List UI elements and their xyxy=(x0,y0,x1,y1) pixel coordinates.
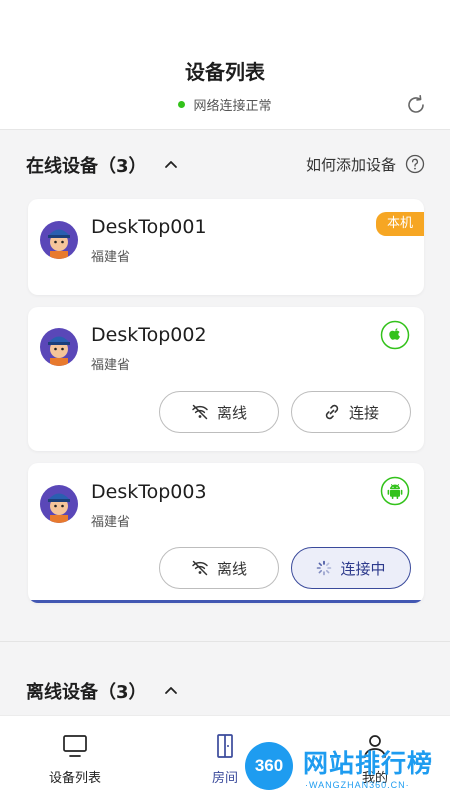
online-section-title: 在线设备（3） xyxy=(26,156,147,177)
offline-section-header: 离线设备（3） xyxy=(0,678,450,708)
online-section-header: 在线设备（3） 如何添加设备 xyxy=(0,152,450,182)
offline-button[interactable]: 离线 xyxy=(159,547,279,589)
offline-button-label: 离线 xyxy=(216,559,247,578)
watermark-text: 网站排行榜 xyxy=(303,749,434,778)
tab-label: 设备列表 xyxy=(48,771,101,786)
top-header: 设备列表 网络连接正常 xyxy=(0,0,450,130)
network-status-text: 网络连接正常 xyxy=(193,99,272,114)
refresh-icon[interactable] xyxy=(404,93,428,117)
device-location: 福建省 xyxy=(91,250,131,265)
connect-button[interactable]: 连接 xyxy=(291,391,411,433)
connecting-button-label: 连接中 xyxy=(340,559,386,578)
status-dot xyxy=(178,101,186,108)
connection-progress-bar xyxy=(28,600,424,603)
connect-button-label: 连接 xyxy=(348,403,379,422)
device-name: DeskTop003 xyxy=(91,481,207,503)
device-name: DeskTop002 xyxy=(91,324,207,346)
chevron-up-icon[interactable] xyxy=(162,156,180,174)
android-icon xyxy=(380,476,410,506)
device-name: DeskTop001 xyxy=(91,216,207,238)
device-location: 福建省 xyxy=(91,515,131,530)
avatar xyxy=(40,221,78,259)
offline-button[interactable]: 离线 xyxy=(159,391,279,433)
watermark-subtext: ·WANGZHAN360.CN· xyxy=(305,780,410,790)
offline-section-title: 离线设备（3） xyxy=(26,682,147,703)
site-watermark: 360 网站排行榜 ·WANGZHAN360.CN· xyxy=(245,742,450,797)
network-status: 网络连接正常 xyxy=(0,95,450,114)
device-card[interactable]: DeskTop001 福建省 本机 xyxy=(28,199,424,295)
apple-icon xyxy=(380,320,410,350)
this-device-badge: 本机 xyxy=(376,212,424,236)
section-divider xyxy=(0,641,450,642)
wifi-off-icon xyxy=(192,404,208,420)
device-location: 福建省 xyxy=(91,358,131,373)
device-card[interactable]: DeskTop003 福建省 离线 连接中 xyxy=(28,463,424,603)
door-icon xyxy=(217,734,233,758)
link-icon xyxy=(325,404,339,420)
chevron-up-icon[interactable] xyxy=(162,682,180,700)
monitor-icon xyxy=(63,735,87,757)
avatar xyxy=(40,485,78,523)
loading-spinner-icon xyxy=(317,560,332,576)
wifi-off-icon xyxy=(192,560,208,576)
connecting-button[interactable]: 连接中 xyxy=(291,547,411,589)
how-to-add-device-link[interactable]: 如何添加设备 xyxy=(306,154,396,175)
tab-device-list[interactable]: 设备列表 xyxy=(0,716,150,800)
page-title: 设备列表 xyxy=(185,60,265,84)
avatar xyxy=(40,328,78,366)
watermark-logo: 360 xyxy=(245,742,293,790)
help-icon[interactable] xyxy=(405,154,425,174)
offline-button-label: 离线 xyxy=(216,403,247,422)
device-card[interactable]: DeskTop002 福建省 离线 连接 xyxy=(28,307,424,451)
